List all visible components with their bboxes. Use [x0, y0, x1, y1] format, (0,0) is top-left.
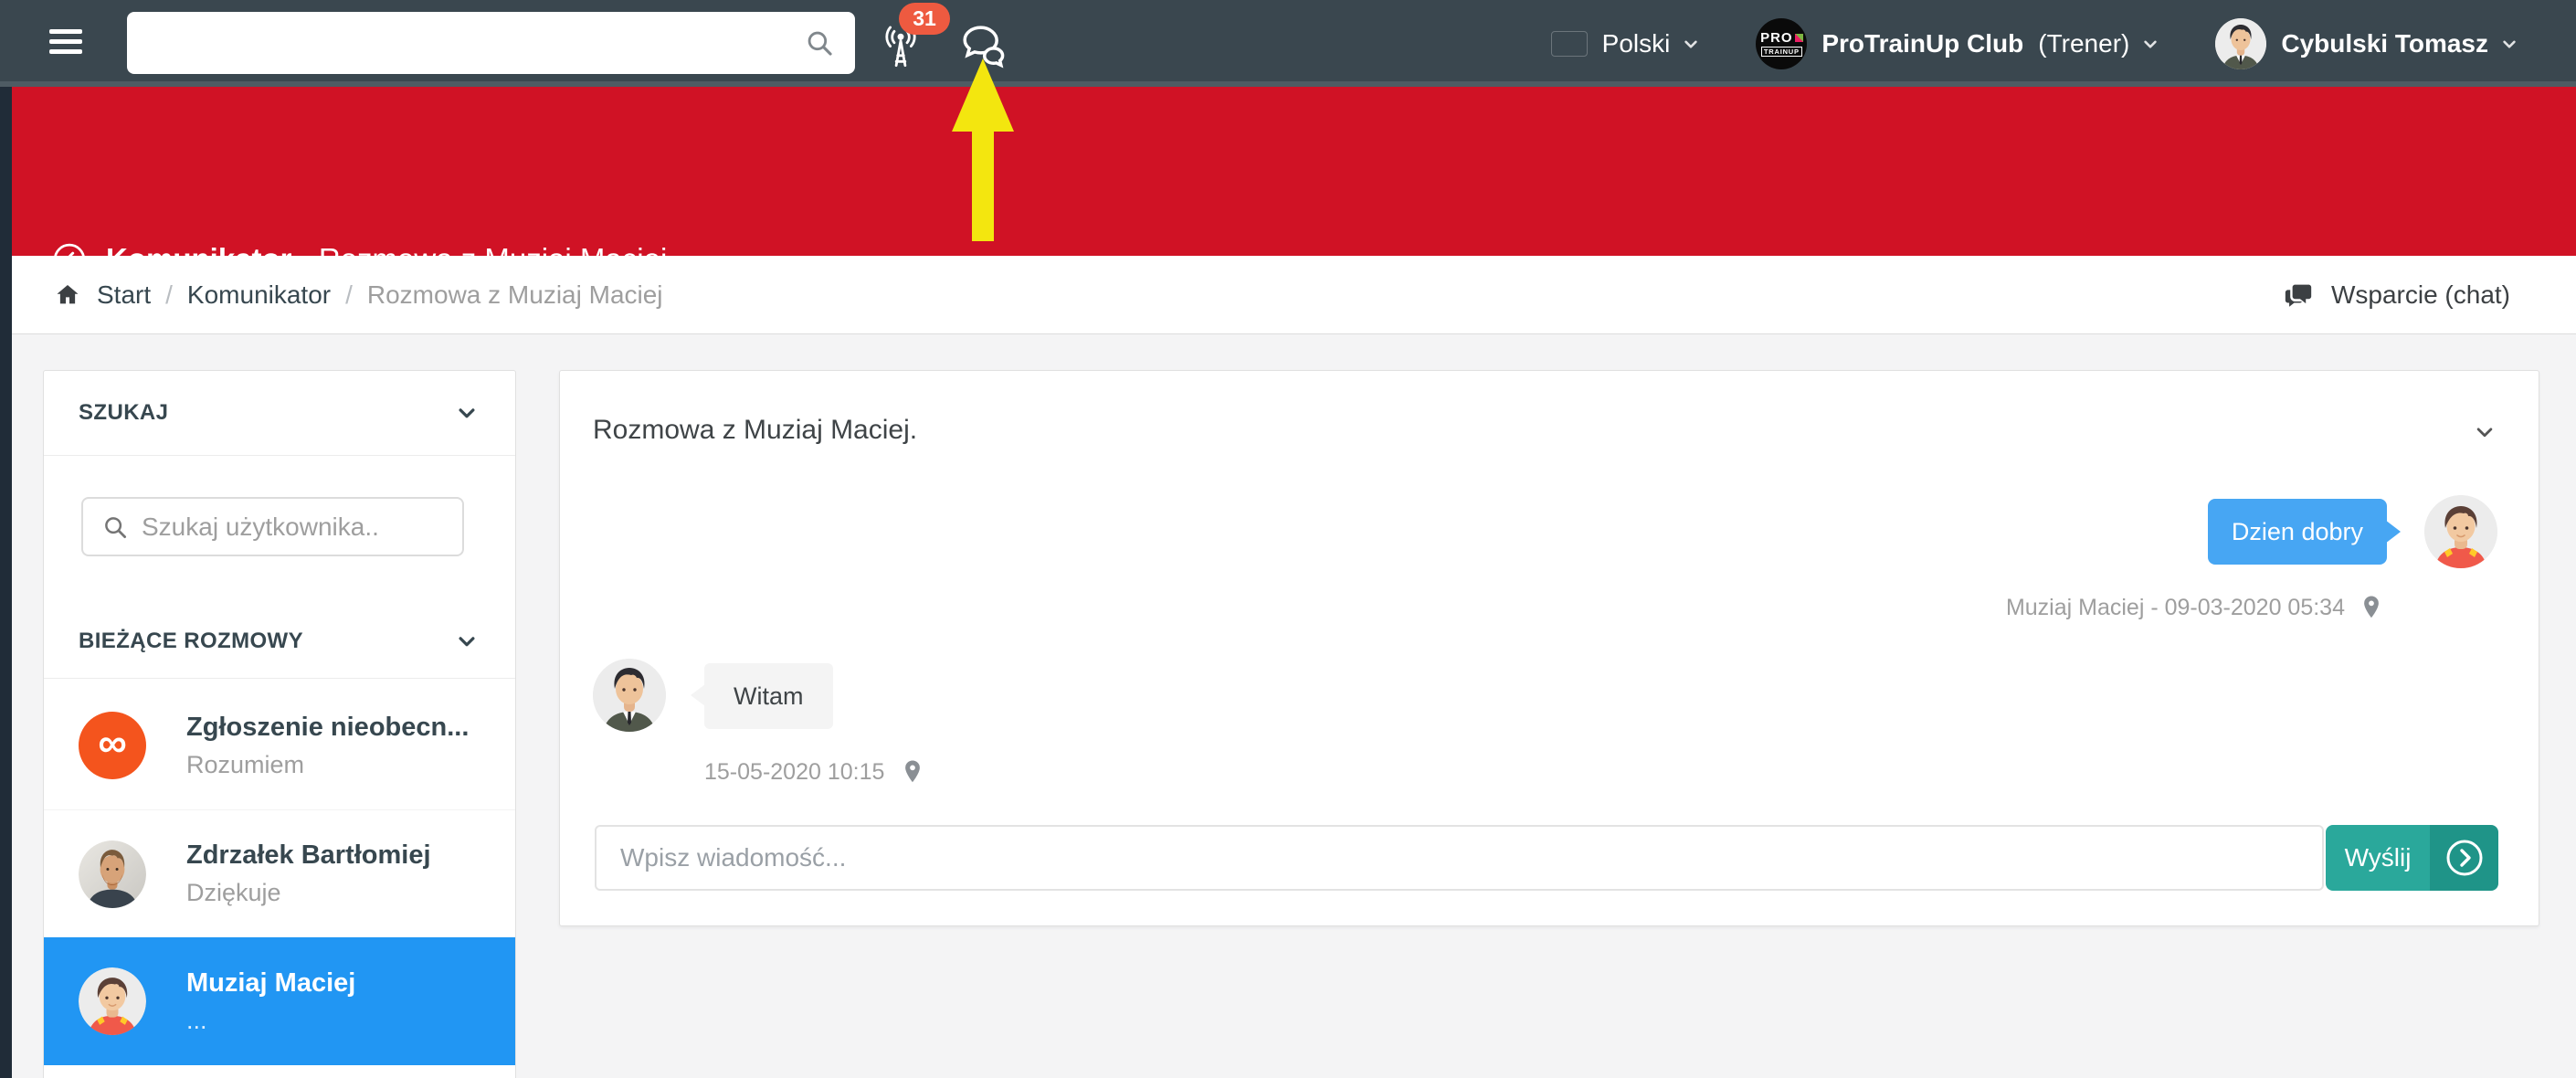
support-chat-label: Wsparcie (chat) — [2331, 280, 2510, 310]
topbar-search — [127, 12, 855, 74]
topbar-search-input[interactable] — [127, 28, 804, 58]
club-role: (Trener) — [2038, 29, 2129, 58]
chevron-down-icon — [2497, 32, 2521, 56]
search-icon — [101, 513, 129, 541]
search-icon — [804, 27, 835, 58]
chevron-down-icon — [2138, 32, 2162, 56]
conversation-last-message: ... — [186, 1007, 355, 1035]
chevron-down-icon — [2471, 418, 2498, 446]
breadcrumb-item-start[interactable]: Start — [97, 280, 151, 310]
user-search-box — [81, 497, 464, 556]
collapse-chat-button[interactable] — [2471, 418, 2498, 446]
boy-avatar — [79, 967, 146, 1035]
club-name: ProTrainUp Club — [1821, 29, 2023, 58]
page-header: Komunikator - Rozmowa z Muziaj Maciej — [12, 87, 2576, 256]
support-chat-icon — [2282, 280, 2315, 311]
language-label: Polski — [1602, 29, 1671, 58]
poland-flag-icon — [1551, 31, 1588, 57]
bubble-tail — [2385, 520, 2401, 544]
chat-title: Rozmowa z Muziaj Maciej. — [593, 415, 917, 446]
conversation-name: Zdrzałek Bartłomiej — [186, 840, 431, 871]
location-pin-icon — [899, 758, 926, 786]
section-header-current-conversations[interactable]: BIEŻĄCE ROZMOWY — [44, 604, 515, 679]
infinity-avatar-icon: ∞ — [79, 712, 146, 779]
topbar-right-cluster: Polski PRO TRAINUP ProTrainUp Club (Tren… — [1551, 0, 2521, 87]
conversation-item[interactable]: Zdrzałek Bartłomiej Dziękuje — [44, 809, 515, 937]
conversation-item-selected[interactable]: Muziaj Maciej ... — [44, 937, 515, 1065]
photo-avatar — [79, 840, 146, 908]
user-avatar — [2215, 18, 2266, 69]
club-selector[interactable]: PRO TRAINUP ProTrainUp Club (Trener) — [1756, 18, 2162, 69]
conversation-name: Zgłoszenie nieobecn... — [186, 713, 469, 743]
notifications-button[interactable]: 31 — [870, 0, 935, 87]
home-icon[interactable] — [53, 281, 82, 309]
section-header-search[interactable]: SZUKAJ — [44, 371, 515, 456]
conversation-last-message: Dziękuje — [186, 879, 431, 907]
breadcrumb-item-current: Rozmowa z Muziaj Maciej — [367, 280, 663, 310]
message-composer — [595, 825, 2324, 891]
bubble-tail — [691, 684, 705, 706]
message-bubble-incoming: Dzien dobry — [2208, 499, 2387, 565]
notification-badge: 31 — [899, 3, 950, 35]
hamburger-menu-icon[interactable] — [49, 29, 82, 58]
chevron-down-icon — [453, 399, 480, 427]
chat-bubbles-icon — [957, 20, 1008, 71]
user-search-input[interactable] — [142, 513, 462, 542]
messenger-button[interactable] — [957, 20, 1008, 71]
message-meta: 15-05-2020 10:15 — [704, 758, 926, 786]
language-selector[interactable]: Polski — [1551, 29, 1704, 58]
support-chat-link[interactable]: Wsparcie (chat) — [2282, 280, 2510, 311]
breadcrumb-bar: Start / Komunikator / Rozmowa z Muziaj M… — [12, 256, 2576, 334]
conversation-item[interactable]: ∞ Zgłoszenie nieobecn... Rozumiem — [44, 682, 515, 809]
conversation-name: Muziaj Maciej — [186, 968, 355, 999]
location-pin-icon — [2358, 594, 2385, 621]
chevron-down-icon — [1679, 32, 1703, 56]
collapsed-nav-rail[interactable] — [0, 87, 12, 1078]
own-avatar — [593, 659, 666, 732]
message-meta: Muziaj Maciej - 09-03-2020 05:34 — [2006, 594, 2385, 621]
protrainup-logo: PRO TRAINUP — [1756, 18, 1807, 69]
user-menu[interactable]: Cybulski Tomasz — [2215, 18, 2521, 69]
topbar: 31 Polski PRO TRAINUP ProTrainUp Club (T… — [0, 0, 2576, 87]
send-button[interactable]: Wyślij — [2326, 825, 2498, 891]
user-name: Cybulski Tomasz — [2281, 29, 2488, 58]
send-icon[interactable] — [2430, 825, 2498, 891]
message-bubble-outgoing: Witam — [704, 663, 833, 729]
message-input[interactable] — [596, 843, 2322, 872]
breadcrumb: Start / Komunikator / Rozmowa z Muziaj M… — [53, 280, 663, 310]
chat-panel: Rozmowa z Muziaj Maciej. Dzien dobry Muz… — [559, 370, 2539, 926]
conversation-last-message: Rozumiem — [186, 751, 469, 779]
chevron-down-icon — [453, 628, 480, 655]
sender-avatar — [2424, 495, 2497, 568]
conversations-sidebar: SZUKAJ BIEŻĄCE ROZMOWY ∞ Zgłoszenie nieo… — [43, 370, 516, 1078]
breadcrumb-item-komunikator[interactable]: Komunikator — [187, 280, 331, 310]
